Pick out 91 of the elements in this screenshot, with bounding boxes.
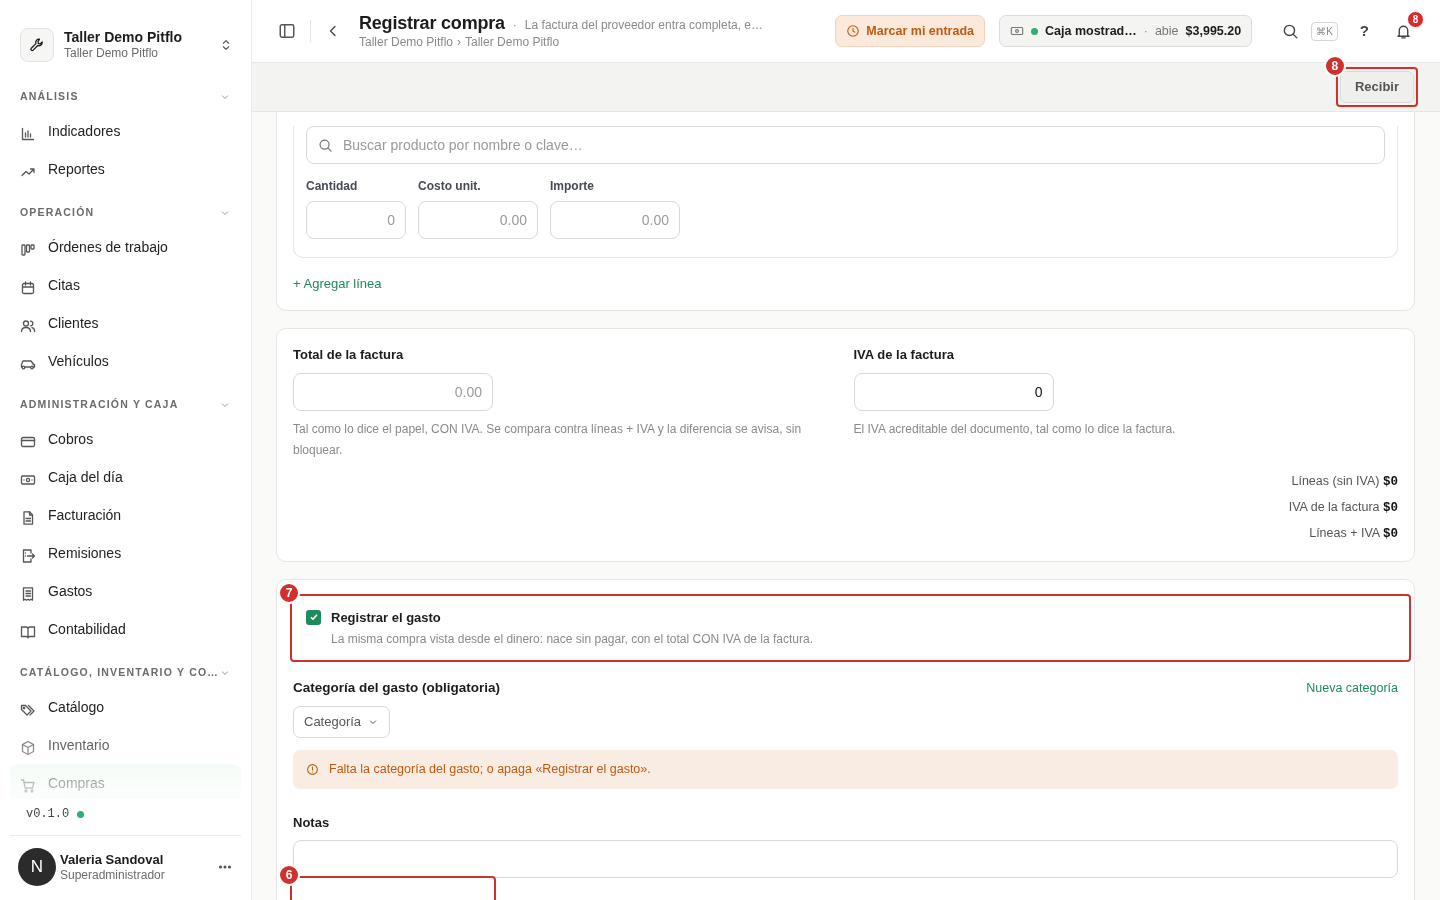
field-label: Costo unit. xyxy=(418,178,482,195)
summary-value: $0 xyxy=(1383,500,1398,515)
breadcrumb-item: Taller Demo Pitflo xyxy=(465,34,560,50)
workspace-subtitle: Taller Demo Pitflo xyxy=(64,45,160,61)
field-label: Cantidad xyxy=(306,178,359,195)
book-icon xyxy=(20,624,36,641)
section-heading: CATÁLOGO, INVENTARIO Y CO… xyxy=(20,665,219,681)
page-title: Registrar compra xyxy=(359,12,505,34)
version-label: v0.1.0 xyxy=(26,806,70,823)
help-text: El IVA acreditable del documento, tal como lo dice la factura. xyxy=(853,420,1177,438)
register-name: Caja mostrad… xyxy=(1045,22,1137,40)
workspace-name: Taller Demo Pitflo xyxy=(64,28,183,46)
cash-register-pill[interactable]: Caja mostrad… · abie $3,995.20 xyxy=(999,14,1253,48)
number-input[interactable]: 0.00 xyxy=(550,201,680,239)
wrench-icon xyxy=(29,36,45,53)
bell-icon xyxy=(1395,22,1412,40)
annotation-badge: 8 xyxy=(1323,55,1346,78)
user-avatar: N xyxy=(18,848,56,886)
sidebar-item[interactable]: Catálogo xyxy=(10,688,241,726)
sidebar-item[interactable]: Remisiones xyxy=(10,534,241,572)
number-input[interactable]: 0 xyxy=(306,201,406,239)
annotation-badge: 6 xyxy=(278,864,300,886)
separator-dot: · xyxy=(512,17,517,34)
separator-dot: · xyxy=(1143,22,1148,40)
section-heading: ANÁLISIS xyxy=(20,89,79,105)
summary-value: $0 xyxy=(1383,474,1398,489)
clock-in-button[interactable]: Marcar mi entrada xyxy=(835,14,986,48)
clock-icon xyxy=(846,24,861,38)
receipt-icon xyxy=(20,586,36,603)
new-category-link[interactable]: Nueva categoría xyxy=(1306,678,1398,698)
sidebar-item[interactable]: Facturación xyxy=(10,496,241,534)
user-role: Superadministrador xyxy=(60,867,166,883)
search-icon xyxy=(318,138,333,153)
sidebar-item[interactable]: Citas xyxy=(10,266,241,304)
sidebar-item[interactable]: Órdenes de trabajo xyxy=(10,228,241,266)
users-icon xyxy=(20,318,36,335)
checkbox-label: Registrar el gasto xyxy=(331,608,442,627)
document-icon xyxy=(20,510,36,527)
help-button[interactable]: ? xyxy=(1355,15,1373,47)
sidebar-item[interactable]: Indicadores xyxy=(10,112,241,150)
summary-label: IVA de la factura xyxy=(1288,499,1380,514)
summary-label: Líneas (sin IVA) xyxy=(1291,473,1380,488)
register-amount: $3,995.20 xyxy=(1185,22,1242,40)
search-icon xyxy=(1282,22,1300,40)
checkbox[interactable] xyxy=(306,609,321,625)
sidebar-item[interactable]: Gastos xyxy=(10,572,241,610)
receive-button[interactable]: Recibir xyxy=(1339,71,1414,103)
sidebar-item[interactable]: Vehículos xyxy=(10,342,241,380)
register-status: abie xyxy=(1154,22,1179,40)
field-label: IVA de la factura xyxy=(853,346,955,364)
sidebar-item[interactable]: Cobros xyxy=(10,420,241,458)
sidebar-item[interactable]: Contabilidad xyxy=(10,610,241,648)
field-label: Total de la factura xyxy=(293,346,405,364)
notification-count: 8 xyxy=(1407,10,1424,28)
cube-icon xyxy=(20,740,36,757)
user-name: Valeria Sandoval xyxy=(60,851,165,868)
summary-label: Líneas + IVA xyxy=(1309,525,1380,540)
summary-value: $0 xyxy=(1383,526,1398,541)
field-label: Categoría del gasto (obligatoria) xyxy=(293,679,501,697)
total-input[interactable]: 0.00 xyxy=(293,372,493,411)
shortcut-hint: ⌘K xyxy=(1311,21,1338,41)
breadcrumb-item[interactable]: Taller Demo Pitflo xyxy=(359,34,454,50)
breadcrumb-separator: › xyxy=(457,34,462,50)
page-subtitle: La factura del proveedor entra completa, e… xyxy=(524,17,763,34)
cart-icon xyxy=(20,778,36,795)
annotation-badge: 7 xyxy=(278,581,300,604)
sidebar-toggle-icon xyxy=(278,22,296,40)
field-label: Importe xyxy=(550,178,595,195)
sidebar-item[interactable]: Reportes xyxy=(10,150,241,188)
sidebar-item[interactable]: Inventario xyxy=(10,726,241,764)
warning-text: Falta la categoría del gasto; o apaga «Registrar el gasto». xyxy=(329,760,651,778)
sidebar-item[interactable]: Clientes xyxy=(10,304,241,342)
product-search-field[interactable]: Buscar producto por nombre o clave… xyxy=(306,126,1385,164)
kanban-icon xyxy=(20,242,36,259)
category-dropdown[interactable]: Categoría xyxy=(293,706,391,738)
calendar-icon xyxy=(20,280,36,297)
add-line-link[interactable]: + Agregar línea xyxy=(293,274,382,294)
notes-field[interactable] xyxy=(293,840,1398,878)
bar-chart-icon xyxy=(20,126,36,143)
section-heading: OPERACIÓN xyxy=(20,205,95,221)
document-export-icon xyxy=(20,548,36,565)
sidebar-item[interactable]: Caja del día xyxy=(10,458,241,496)
warning-icon xyxy=(306,762,319,776)
number-input[interactable]: 0.00 xyxy=(418,201,538,239)
field-label: Notas xyxy=(293,813,331,832)
section-heading: ADMINISTRACIÓN Y CAJA xyxy=(20,397,179,413)
checkbox-description: La misma compra vista desde el dinero: nace sin pagar, con el total CON IVA de la factura. xyxy=(331,631,814,648)
check-icon xyxy=(308,612,319,622)
help-text: Tal como lo dice el papel, CON IVA. Se compara contra líneas + IVA y la diferencia se avisa, sin bloquear. xyxy=(293,420,803,459)
banknote-icon xyxy=(1010,24,1025,38)
tax-input[interactable]: 0 xyxy=(853,372,1054,411)
